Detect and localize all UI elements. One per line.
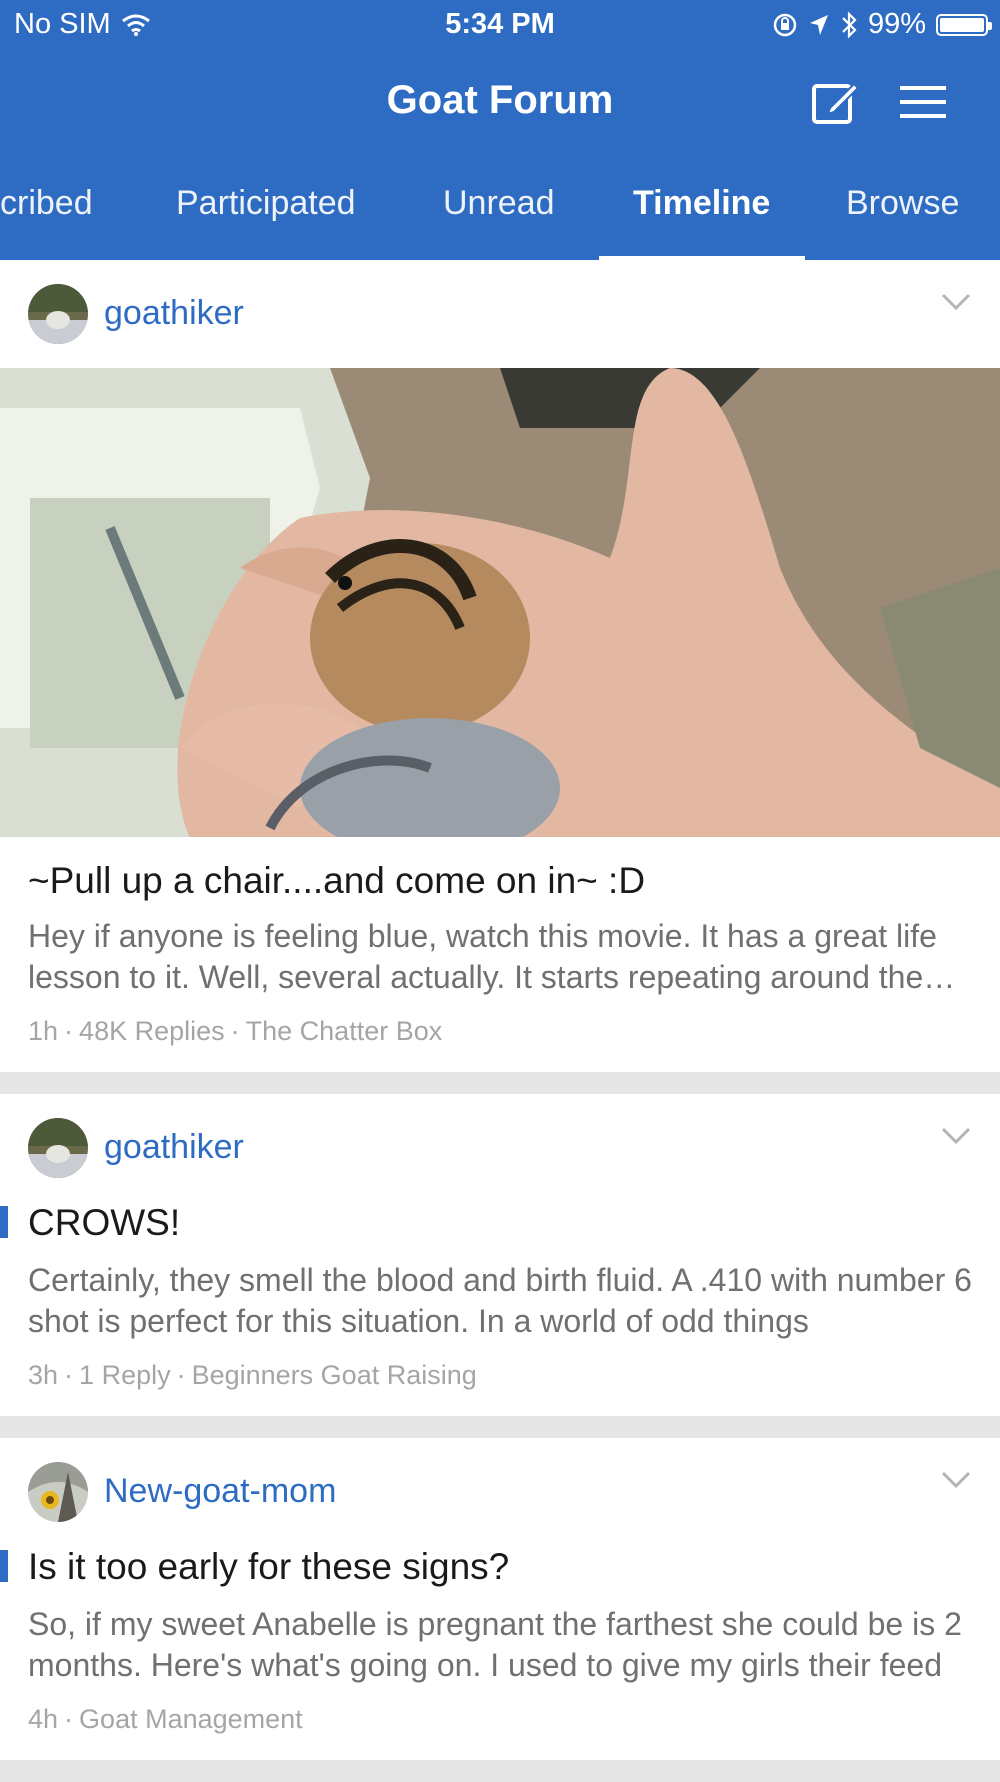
avatar[interactable] [28, 284, 88, 344]
orientation-lock-icon [773, 13, 797, 36]
battery-percent: 99% [867, 8, 926, 40]
topic-excerpt: So, if my sweet Anabelle is pregnant the… [28, 1606, 962, 1683]
chevron-down-icon[interactable] [940, 292, 972, 312]
avatar[interactable] [28, 1462, 88, 1522]
tab-participated[interactable]: Participated [176, 184, 356, 223]
status-bar: No SIM 5:34 PM 99% [0, 0, 1000, 52]
post-time: 1h [28, 1016, 59, 1046]
topic-card[interactable]: New-goat-mom Is it too early for these s… [0, 1438, 1000, 1760]
battery-fill [940, 17, 984, 32]
tab-unread[interactable]: Unread [443, 184, 555, 223]
bluetooth-icon [842, 10, 857, 39]
reply-count: 1 Reply [79, 1360, 171, 1390]
card-divider [0, 1416, 1000, 1438]
topic-meta: 1h · 48K Replies · The Chatter Box [28, 1016, 443, 1046]
battery-icon [936, 13, 992, 36]
topic-excerpt: Certainly, they smell the blood and birt… [28, 1262, 972, 1339]
topic-excerpt: Hey if anyone is feeling blue, watch thi… [28, 918, 937, 995]
chevron-down-icon[interactable] [940, 1126, 972, 1146]
unread-indicator [0, 1550, 8, 1582]
post-image[interactable] [0, 368, 1000, 837]
topic-card[interactable]: goathiker ~Pull up a chair....and come o… [0, 260, 1000, 1072]
card-divider [0, 1760, 1000, 1782]
forum-name[interactable]: Beginners Goat Raising [192, 1360, 477, 1390]
forum-name[interactable]: The Chatter Box [246, 1016, 443, 1046]
post-time: 3h [28, 1360, 59, 1390]
username-link[interactable]: goathiker [104, 294, 244, 333]
status-right: 99% [772, 8, 992, 41]
topic-title[interactable]: CROWS! [28, 1202, 960, 1244]
avatar[interactable] [28, 1118, 88, 1178]
topic-meta: 4h · Goat Management [28, 1704, 303, 1734]
topic-title[interactable]: Is it too early for these signs? [28, 1546, 960, 1588]
post-time: 4h [28, 1704, 59, 1734]
tab-timeline[interactable]: Timeline [633, 184, 770, 223]
topic-title[interactable]: ~Pull up a chair....and come on in~ :D [28, 860, 960, 902]
chevron-down-icon[interactable] [940, 1470, 972, 1490]
topic-card[interactable]: goathiker CROWS! Certainly, they smell t… [0, 1094, 1000, 1416]
forum-name[interactable]: Goat Management [79, 1704, 303, 1734]
card-divider [0, 1072, 1000, 1094]
tab-browse[interactable]: Browse [846, 184, 959, 223]
tab-bar: cribed Participated Unread Timeline Brow… [0, 152, 1000, 260]
nav-bar: Goat Forum [0, 52, 1000, 152]
username-link[interactable]: New-goat-mom [104, 1472, 336, 1511]
hamburger-menu-icon[interactable] [898, 80, 948, 124]
unread-indicator [0, 1206, 8, 1238]
username-link[interactable]: goathiker [104, 1128, 244, 1167]
location-arrow-icon [809, 14, 828, 35]
topic-meta: 3h · 1 Reply · Beginners Goat Raising [28, 1360, 477, 1390]
reply-count: 48K Replies [79, 1016, 225, 1046]
tab-subscribed[interactable]: cribed [0, 184, 93, 223]
compose-icon[interactable] [810, 76, 862, 128]
